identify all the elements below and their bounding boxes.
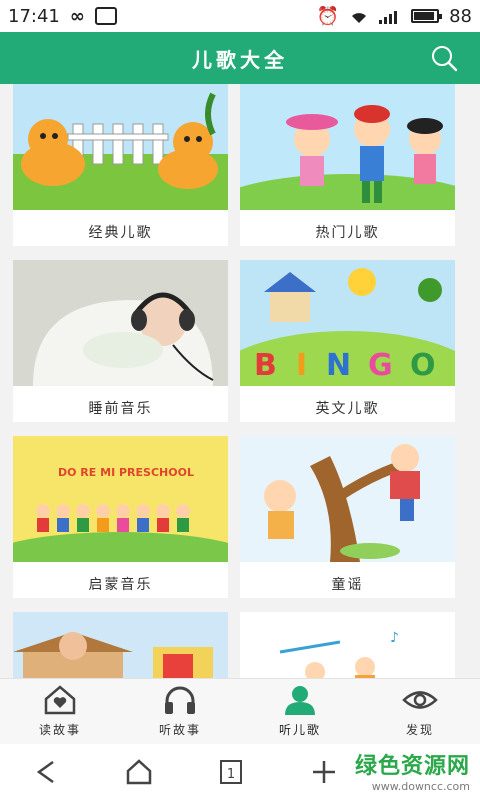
- tabs-button[interactable]: 1: [211, 752, 251, 792]
- image-icon: [94, 7, 117, 25]
- category-label: 启蒙音乐: [88, 577, 153, 593]
- person-icon: [285, 686, 315, 715]
- category-label: 睡前音乐: [88, 401, 153, 417]
- category-grid: 经典儿歌 热门儿歌 睡前音乐 B I N G O 英文儿歌 DO RE MI P…: [0, 84, 480, 678]
- nav-label: 发现: [405, 723, 434, 737]
- bottom-nav: 读故事 听故事 听儿歌 发现: [0, 678, 480, 744]
- alarm-icon: ⏰: [316, 5, 340, 27]
- category-card-nursery-rhymes[interactable]: 童谣: [240, 436, 455, 598]
- village-cartoon-image: [13, 612, 228, 678]
- search-icon[interactable]: [430, 44, 458, 72]
- status-time: 17:41: [8, 5, 60, 27]
- home-button[interactable]: [119, 752, 159, 792]
- tiger-cartoon-image: [13, 84, 228, 210]
- watermark-main: 绿色资源网: [354, 754, 470, 779]
- headphones-icon: [165, 686, 195, 714]
- back-icon: [37, 760, 54, 784]
- status-bar: 17:41 ∞ ⏰ 88: [0, 0, 480, 32]
- baby-headphones-image: [13, 260, 228, 386]
- infinity-icon: ∞: [69, 5, 85, 27]
- nav-label: 听儿歌: [278, 723, 321, 737]
- house-heart-icon: [44, 685, 76, 715]
- bingo-letter: O: [410, 348, 436, 383]
- back-button[interactable]: [26, 752, 66, 792]
- category-card-bedtime[interactable]: 睡前音乐: [13, 260, 228, 422]
- category-card-enlightenment[interactable]: DO RE MI PRESCHOOL 启蒙音乐: [13, 436, 228, 598]
- plus-icon: [312, 761, 335, 783]
- page-title: 儿歌大全: [192, 47, 288, 72]
- bingo-letter: I: [296, 348, 307, 383]
- nav-listen-stories[interactable]: 听故事: [120, 679, 240, 744]
- category-card-popular[interactable]: 热门儿歌: [240, 84, 455, 246]
- category-card-story[interactable]: [13, 612, 228, 678]
- signal-icon: [379, 11, 398, 24]
- tab-count: 1: [227, 767, 235, 782]
- watermark: 绿色资源网 www.downcc.com: [355, 748, 470, 793]
- category-card-music[interactable]: ♪: [240, 612, 455, 678]
- nav-label: 听故事: [158, 723, 201, 737]
- kids-cartoon-image: [240, 84, 455, 244]
- preschool-text: DO RE MI PRESCHOOL: [58, 466, 194, 479]
- nav-discover[interactable]: 发现: [360, 679, 480, 744]
- preschool-cartoon-image: DO RE MI PRESCHOOL: [13, 436, 228, 592]
- category-label: 童谣: [331, 577, 364, 593]
- app-bar: 儿歌大全: [0, 32, 480, 84]
- battery-level: 88: [449, 5, 472, 27]
- category-card-classic[interactable]: 经典儿歌: [13, 84, 228, 246]
- battery-icon: [411, 9, 443, 23]
- watermark-sub: www.downcc.com: [371, 780, 470, 793]
- bingo-cartoon-image: B I N G O: [240, 260, 455, 422]
- category-label: 英文儿歌: [315, 401, 380, 417]
- bingo-letter: B: [254, 348, 277, 383]
- home-icon: [126, 759, 151, 785]
- wifi-icon: [352, 13, 367, 23]
- bingo-letter: G: [368, 348, 393, 383]
- category-card-english[interactable]: B I N G O 英文儿歌: [240, 260, 455, 422]
- tabs-icon: 1: [220, 760, 243, 784]
- kids-music-image: ♪: [240, 612, 455, 678]
- svg-text:♪: ♪: [390, 630, 399, 646]
- bingo-letter: N: [326, 348, 351, 383]
- category-label: 经典儿歌: [88, 225, 153, 241]
- nav-label: 读故事: [38, 723, 81, 737]
- tree-kids-image: [240, 436, 455, 562]
- add-tab-button[interactable]: [304, 752, 344, 792]
- eye-icon: [402, 691, 438, 709]
- nav-listen-songs[interactable]: 听儿歌: [240, 679, 360, 744]
- category-label: 热门儿歌: [315, 225, 380, 241]
- nav-read-stories[interactable]: 读故事: [0, 679, 120, 744]
